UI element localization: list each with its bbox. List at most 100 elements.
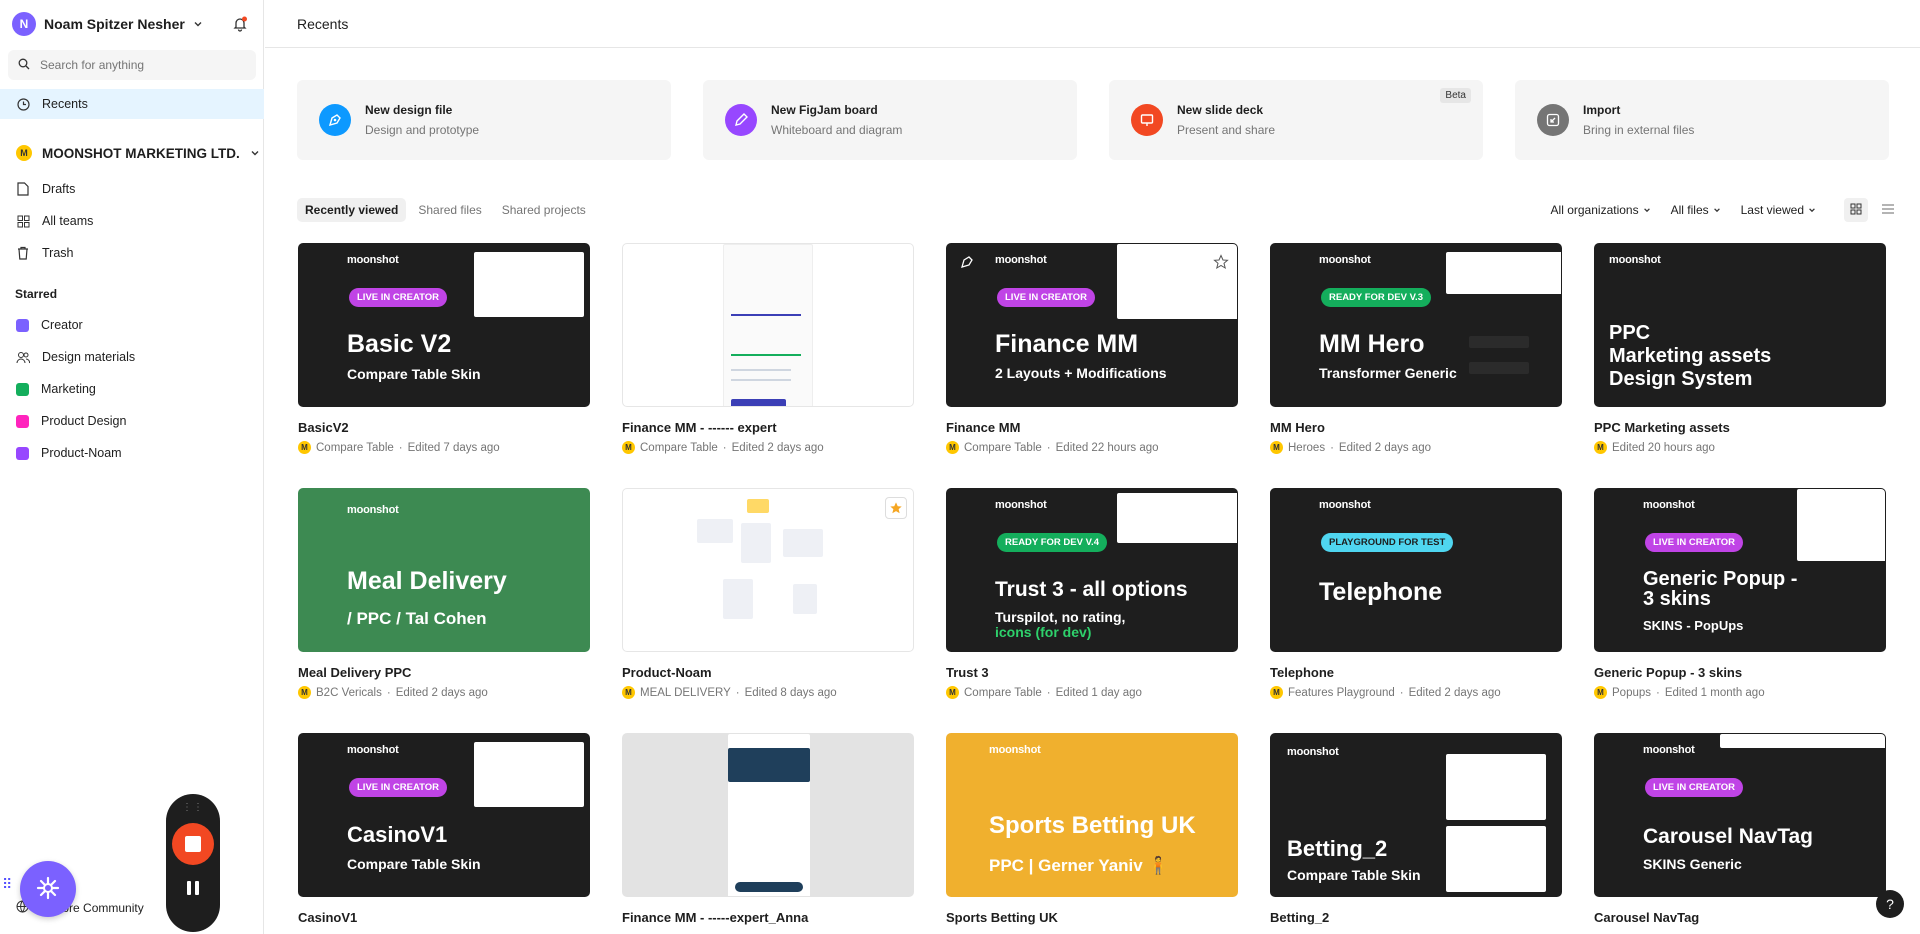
file-thumbnail[interactable]: moonshot Sports Betting UK PPC | Gerner … [946, 733, 1238, 897]
file-card[interactable]: moonshot PLAYGROUND FOR TEST Telephone T… [1270, 488, 1562, 699]
tab-recently-viewed[interactable]: Recently viewed [297, 198, 407, 222]
organization-filter[interactable]: All organizations [1551, 203, 1651, 217]
thumbnail-title: Trust 3 - all options [995, 578, 1188, 601]
thumbnail-title: Meal Delivery [347, 567, 507, 595]
sidebar-item-trash[interactable]: Trash [0, 238, 264, 268]
sidebar-item-label: All teams [42, 214, 94, 228]
import-button[interactable]: Import Bring in external files [1515, 80, 1889, 160]
notifications-bell-icon[interactable] [230, 14, 250, 34]
file-card[interactable]: moonshot LIVE IN CREATOR Basic V2 Compar… [298, 243, 590, 454]
file-name: Betting_2 [1270, 910, 1330, 925]
project-swatch [16, 414, 29, 428]
file-thumbnail[interactable]: moonshot LIVE IN CREATOR Generic Popup -… [1594, 488, 1886, 652]
drag-handle-icon[interactable]: ⋮⋮ [182, 802, 204, 813]
new-figjam-board-button[interactable]: New FigJam board Whiteboard and diagram [703, 80, 1077, 160]
file-thumbnail[interactable]: moonshot READY FOR DEV V.3 MM Hero Trans… [1270, 243, 1562, 407]
brand-logo: moonshot [1643, 744, 1695, 756]
file-thumbnail[interactable]: moonshot READY FOR DEV V.4 Trust 3 - all… [946, 488, 1238, 652]
edited-time: Edited 1 day ago [1055, 686, 1142, 699]
org-avatar: M [298, 441, 311, 454]
org-switcher[interactable]: M MOONSHOT MARKETING LTD. [16, 145, 260, 161]
file-card[interactable]: moonshot Betting_2 Compare Table Skin Be… [1270, 733, 1562, 925]
search-box[interactable] [8, 50, 256, 80]
file-card[interactable]: moonshot LIVE IN CREATOR CasinoV1 Compar… [298, 733, 590, 925]
file-card[interactable]: moonshot LIVE IN CREATOR Generic Popup -… [1594, 488, 1886, 699]
file-thumbnail[interactable]: moonshot LIVE IN CREATOR Carousel NavTag… [1594, 733, 1886, 897]
tab-shared-projects[interactable]: Shared projects [494, 198, 594, 222]
list-view-button[interactable] [1876, 198, 1900, 222]
file-meta: M Popups · Edited 1 month ago [1594, 686, 1886, 699]
file-card[interactable]: moonshot LIVE IN CREATOR Carousel NavTag… [1594, 733, 1886, 925]
project-name: Compare Table [964, 686, 1042, 699]
file-thumbnail[interactable] [622, 488, 914, 652]
file-card[interactable]: moonshot READY FOR DEV V.4 Trust 3 - all… [946, 488, 1238, 699]
design-file-icon [319, 104, 351, 136]
preview-line [731, 379, 791, 381]
file-thumbnail[interactable]: moonshot PLAYGROUND FOR TEST Telephone [1270, 488, 1562, 652]
sidebar-item-product-design[interactable]: Product Design [0, 406, 264, 436]
file-card[interactable]: moonshot Meal Delivery / PPC / Tal Cohen… [298, 488, 590, 699]
edited-time: Edited 8 days ago [744, 686, 837, 699]
sidebar-item-creator[interactable]: Creator [0, 310, 264, 340]
grid-view-button[interactable] [1844, 198, 1868, 222]
create-title: New FigJam board [771, 103, 878, 117]
thumbnail-title: Generic Popup - 3 skins [1643, 568, 1798, 610]
thumbnail-subtitle: PPC | Gerner Yaniv 🧍 [989, 856, 1169, 875]
separator: · [1330, 441, 1334, 454]
edited-time: Edited 7 days ago [407, 441, 500, 454]
file-card[interactable]: moonshot PPC Marketing assets Design Sys… [1594, 243, 1886, 454]
file-meta: M Compare Table · Edited 7 days ago [298, 441, 590, 454]
sidebar-item-design-materials[interactable]: Design materials [0, 342, 264, 372]
sidebar-item-product-noam[interactable]: Product-Noam [0, 438, 264, 468]
stop-recording-button[interactable] [172, 823, 214, 865]
file-thumbnail[interactable] [622, 243, 914, 407]
file-thumbnail[interactable] [622, 733, 914, 897]
star-icon[interactable] [885, 497, 907, 519]
brand-logo: moonshot [347, 744, 399, 756]
new-slide-deck-button[interactable]: New slide deck Present and share Beta [1109, 80, 1483, 160]
file-card[interactable]: Finance MM - -----expert_Anna [622, 733, 914, 925]
file-card[interactable]: Finance MM - ------ expert M Compare Tabl… [622, 243, 914, 454]
preview-image [474, 742, 584, 807]
org-avatar: M [946, 441, 959, 454]
file-thumbnail[interactable]: moonshot PPC Marketing assets Design Sys… [1594, 243, 1886, 407]
file-card[interactable]: moonshot READY FOR DEV V.3 MM Hero Trans… [1270, 243, 1562, 454]
star-icon[interactable] [1213, 254, 1229, 273]
tab-shared-files[interactable]: Shared files [410, 198, 489, 222]
thumbnail-title: Carousel NavTag [1643, 825, 1813, 848]
preview-image [474, 252, 584, 317]
file-card[interactable]: Product-Noam M MEAL DELIVERY · Edited 8 day… [622, 488, 914, 699]
create-title: New design file [365, 103, 453, 117]
file-card[interactable]: moonshot LIVE IN CREATOR Finance MM 2 La… [946, 243, 1238, 454]
ai-assistant-button[interactable] [20, 861, 76, 917]
drag-handle-icon[interactable]: ⠿ [2, 876, 12, 893]
sidebar-item-drafts[interactable]: Drafts [0, 174, 264, 204]
sidebar-item-marketing[interactable]: Marketing [0, 374, 264, 404]
help-button[interactable]: ? [1876, 890, 1904, 918]
file-name: Finance MM - ------ expert [622, 420, 777, 435]
file-thumbnail[interactable]: moonshot LIVE IN CREATOR CasinoV1 Compar… [298, 733, 590, 897]
file-thumbnail[interactable]: moonshot Betting_2 Compare Table Skin [1270, 733, 1562, 897]
file-thumbnail[interactable]: moonshot LIVE IN CREATOR Finance MM 2 La… [946, 243, 1238, 407]
account-switcher[interactable]: N Noam Spitzer Nesher [12, 12, 203, 36]
chevron-down-icon [1643, 203, 1651, 217]
org-avatar: M [622, 441, 635, 454]
file-type-filter[interactable]: All files [1671, 203, 1721, 217]
thumbnail-subtitle: Compare Table Skin [347, 856, 481, 872]
pause-button[interactable] [187, 881, 199, 895]
project-name: B2C Vericals [316, 686, 382, 699]
file-thumbnail[interactable]: moonshot LIVE IN CREATOR Basic V2 Compar… [298, 243, 590, 407]
create-subtitle: Whiteboard and diagram [771, 123, 903, 137]
pause-icon [187, 881, 191, 895]
sidebar-item-all-teams[interactable]: All teams [0, 206, 264, 236]
new-design-file-button[interactable]: New design file Design and prototype [297, 80, 671, 160]
file-card[interactable]: moonshot Sports Betting UK PPC | Gerner … [946, 733, 1238, 925]
thumbnail-subtitle-highlight: icons (for dev) [995, 624, 1092, 640]
preview-frame [741, 523, 771, 563]
sort-filter[interactable]: Last viewed [1741, 203, 1816, 217]
sidebar-item-recents[interactable]: Recents [0, 89, 264, 119]
file-thumbnail[interactable]: moonshot Meal Delivery / PPC / Tal Cohen [298, 488, 590, 652]
project-swatch [16, 318, 29, 332]
search-input[interactable] [40, 58, 240, 72]
slides-icon [1131, 104, 1163, 136]
